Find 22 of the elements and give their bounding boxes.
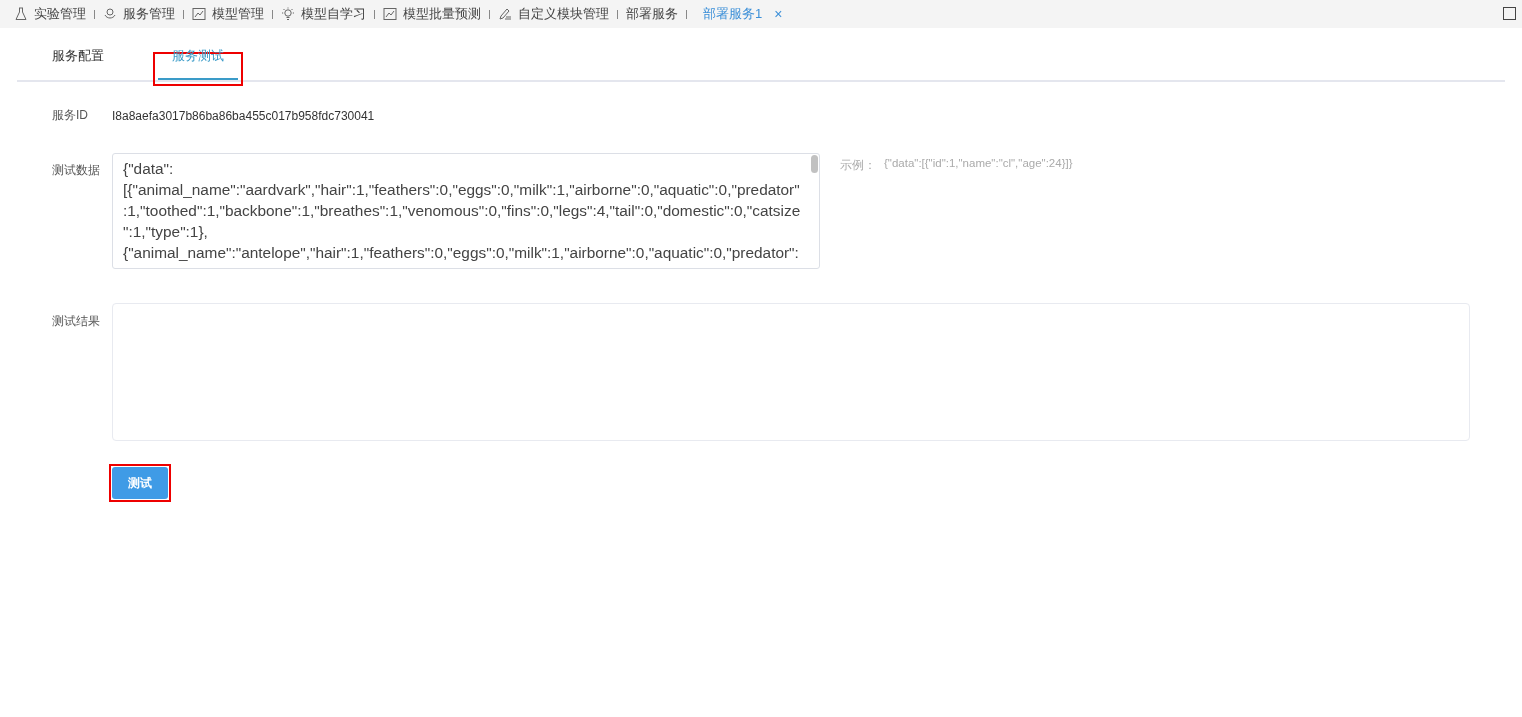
sub-tab[interactable]: 服务配置 <box>38 47 118 80</box>
pen-icon <box>498 7 512 21</box>
service-id-value: I8a8aefa3017b86ba86ba455c017b958fdc730041 <box>112 108 375 123</box>
bulb-icon <box>281 7 295 21</box>
chart-icon <box>383 7 397 21</box>
nav-tab[interactable]: 模型自学习 <box>281 5 366 23</box>
nav-tab[interactable]: 模型批量预测 <box>383 5 481 23</box>
test-data-textarea[interactable]: {"data": [{"animal_name":"aardvark","hair":1,"feathers":0,"eggs":0,"milk":1,"airborne":0,"aquatic":0,"predator" :1,"toothed":1,"backbone":1,"breathes":1,"venomous":0,"fins":0,"legs":4,"tail":0,"domestic":0,"catsize ":1,"type":1}, {"animal_name":"antelope","hair":1,"feathers":0,"eggs":0,"milk":1,"airborne":0,"aquatic":0,"predator": <box>112 153 820 269</box>
nav-tab[interactable]: 自定义模块管理 <box>498 5 609 23</box>
field-label: 测试数据 <box>51 162 101 179</box>
nav-tab[interactable]: 服务管理 <box>103 5 175 23</box>
flask-icon <box>14 7 28 21</box>
example-text: {"data":[{"id":1,"name":"cl","age":24}]} <box>884 156 1073 169</box>
field-label: 服务ID <box>51 107 89 124</box>
chart-icon <box>192 7 206 21</box>
example-label: 示例： <box>840 157 876 174</box>
maximize-icon[interactable] <box>1503 7 1516 20</box>
hand-icon <box>103 7 117 21</box>
nav-tab[interactable]: 部署服务 <box>626 5 678 23</box>
field-label: 测试结果 <box>51 313 101 330</box>
nav-tab[interactable]: 模型管理 <box>192 5 264 23</box>
nav-tab[interactable]: 实验管理 <box>14 5 86 23</box>
